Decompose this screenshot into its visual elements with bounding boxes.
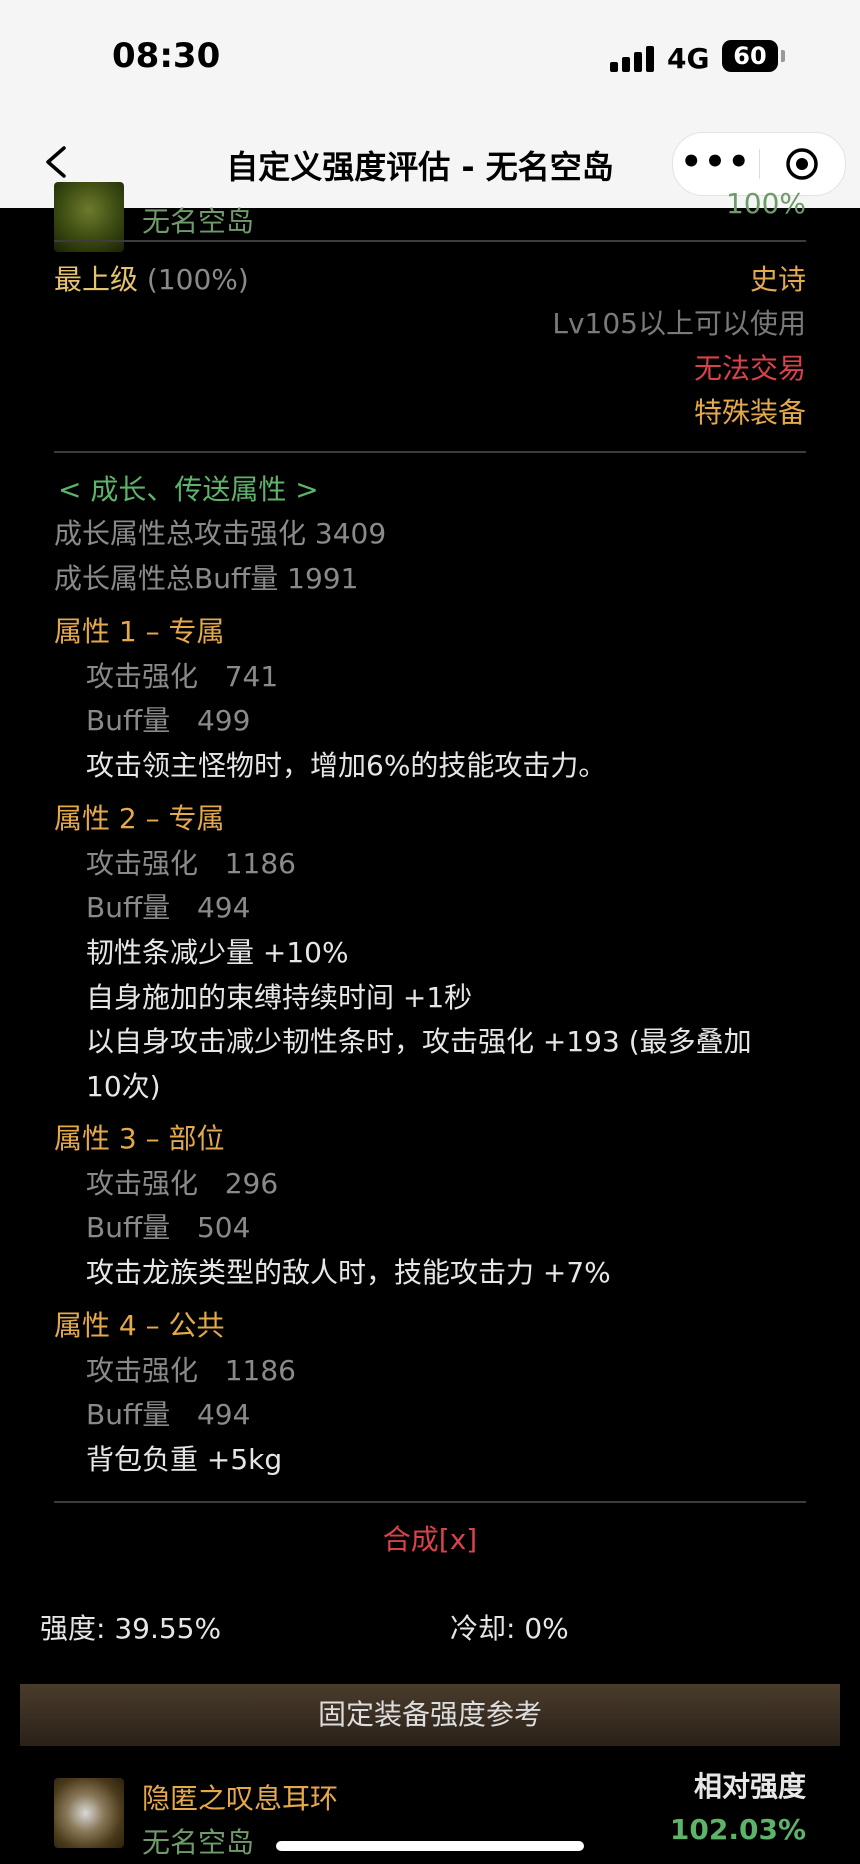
attribute-effect: 攻击龙族类型的敌人时，技能攻击力 +7% [86,1256,611,1289]
attribute-title: 属性 3 – 部位 [54,1122,225,1155]
attribute-effect: 攻击领主怪物时，增加6%的技能攻击力。 [86,749,607,782]
attribute-buff: Buff量 499 [86,704,251,737]
clock: 08:30 [112,36,221,76]
attribute-buff: Buff量 494 [86,891,251,924]
attribute-effect: 以自身攻击减少韧性条时，攻击强化 +193 (最多叠加 [86,1025,752,1058]
network-label: 4G [667,42,710,75]
item-detail: 无名空岛 100% 最上级 (100%) 史诗 Lv105以上可以使用 无法交易… [0,182,860,1864]
reference-bar: 固定装备强度参考 [20,1684,840,1746]
attribute-effect: 自身施加的束缚持续时间 +1秒 [86,981,473,1014]
divider [54,1501,806,1503]
grade: 最上级 (100%) [54,260,249,300]
item-type: 特殊装备 [693,396,806,429]
level-requirement: Lv105以上可以使用 [552,307,806,340]
reference-item-island: 无名空岛 [142,1826,255,1859]
home-indicator [276,1841,584,1851]
reference-item-name: 隐匿之叹息耳环 [142,1782,339,1815]
relative-strength-value: 102.03% [669,1813,806,1846]
trade-status: 无法交易 [693,352,806,385]
grade-value: (100%) [146,263,249,296]
attribute-title: 属性 4 – 公共 [54,1309,225,1342]
item-island: 无名空岛 [142,205,255,238]
synthesis-label: 合成[x] [382,1523,478,1556]
status-bar: 08:30 4G 60 [0,0,860,118]
attribute-buff: Buff量 504 [86,1211,251,1244]
attribute-effect: 韧性条减少量 +10% [86,936,349,969]
attribute-effect: 10次) [86,1070,161,1103]
signal-icon [610,46,656,72]
item-percent: 100% [725,187,806,220]
growth-total-buff: 成长属性总Buff量 1991 [54,562,359,595]
attribute-title: 属性 1 – 专属 [54,615,225,648]
reference-item-icon [54,1778,124,1848]
growth-section-title: < 成长、传送属性 > [58,473,319,506]
attribute-attack: 攻击强化 1186 [86,847,296,880]
relative-strength-label: 相对强度 [693,1770,806,1803]
attribute-effect: 背包负重 +5kg [86,1443,283,1476]
attribute-title: 属性 2 – 专属 [54,802,225,835]
page-title: 自定义强度评估 - 无名空岛 [226,148,614,186]
growth-total-attack: 成长属性总攻击强化 3409 [54,517,387,550]
attribute-buff: Buff量 494 [86,1398,251,1431]
grade-label: 最上级 [54,263,139,296]
divider [54,240,806,242]
strength-stat: 强度: 39.55% [40,1612,222,1645]
attribute-attack: 攻击强化 1186 [86,1354,296,1387]
cooldown-stat: 冷却: 0% [450,1612,569,1645]
rarity: 史诗 [749,263,806,296]
divider [54,451,806,453]
target-icon [786,148,818,180]
attribute-attack: 攻击强化 296 [86,1167,279,1200]
attribute-attack: 攻击强化 741 [86,660,279,693]
battery-icon: 60 [722,40,785,72]
